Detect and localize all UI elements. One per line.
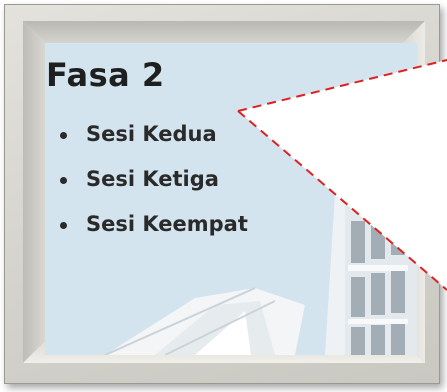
callout-fill	[238, 60, 447, 290]
zoom-callout	[237, 59, 447, 291]
